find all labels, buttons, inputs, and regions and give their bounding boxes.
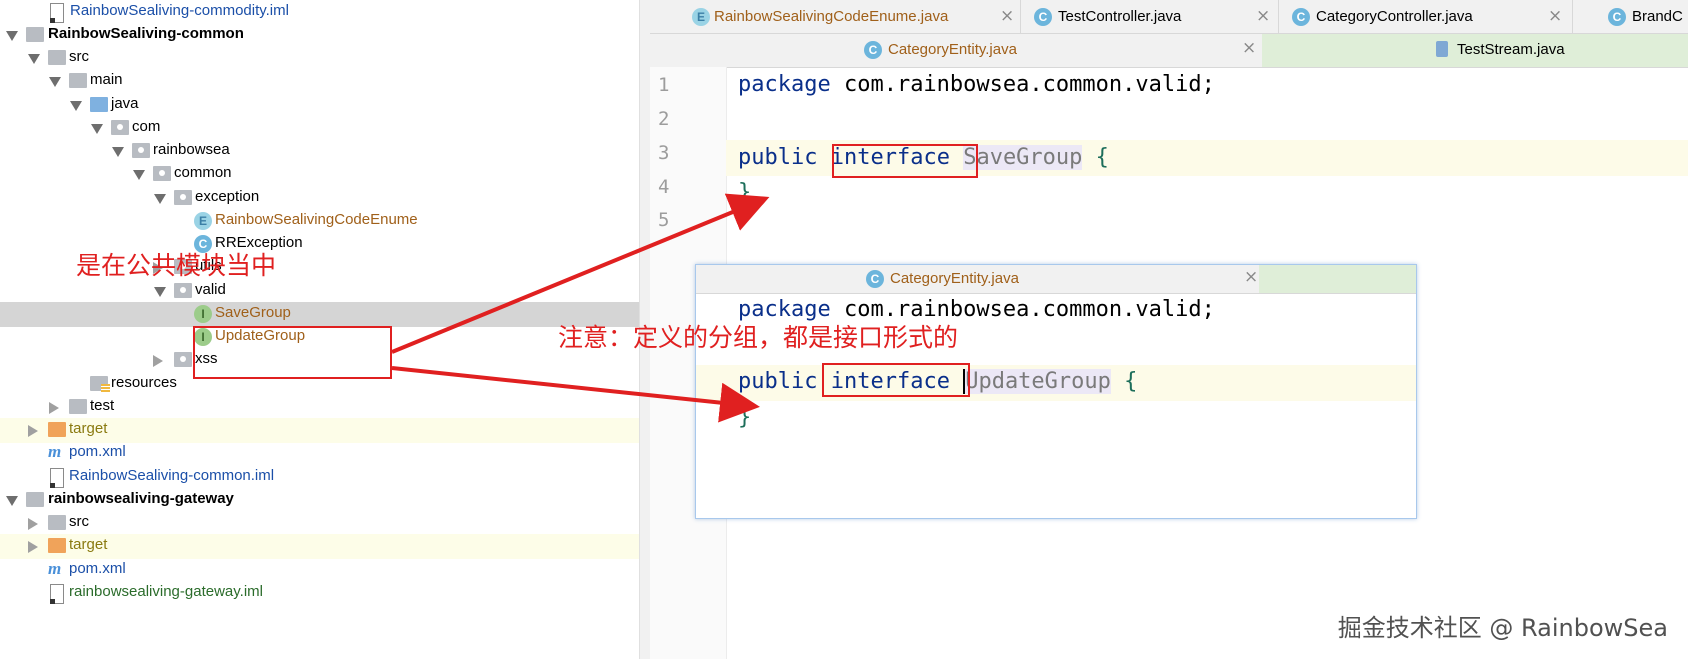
watermark: 掘金技术社区 @ RainbowSea	[1337, 614, 1668, 642]
arrow-to-updategroup	[391, 366, 760, 423]
annotation-common-module: 是在公共模块当中	[76, 251, 277, 280]
annotation-note: 注意：定义的分组，都是接口形式的	[558, 323, 959, 352]
